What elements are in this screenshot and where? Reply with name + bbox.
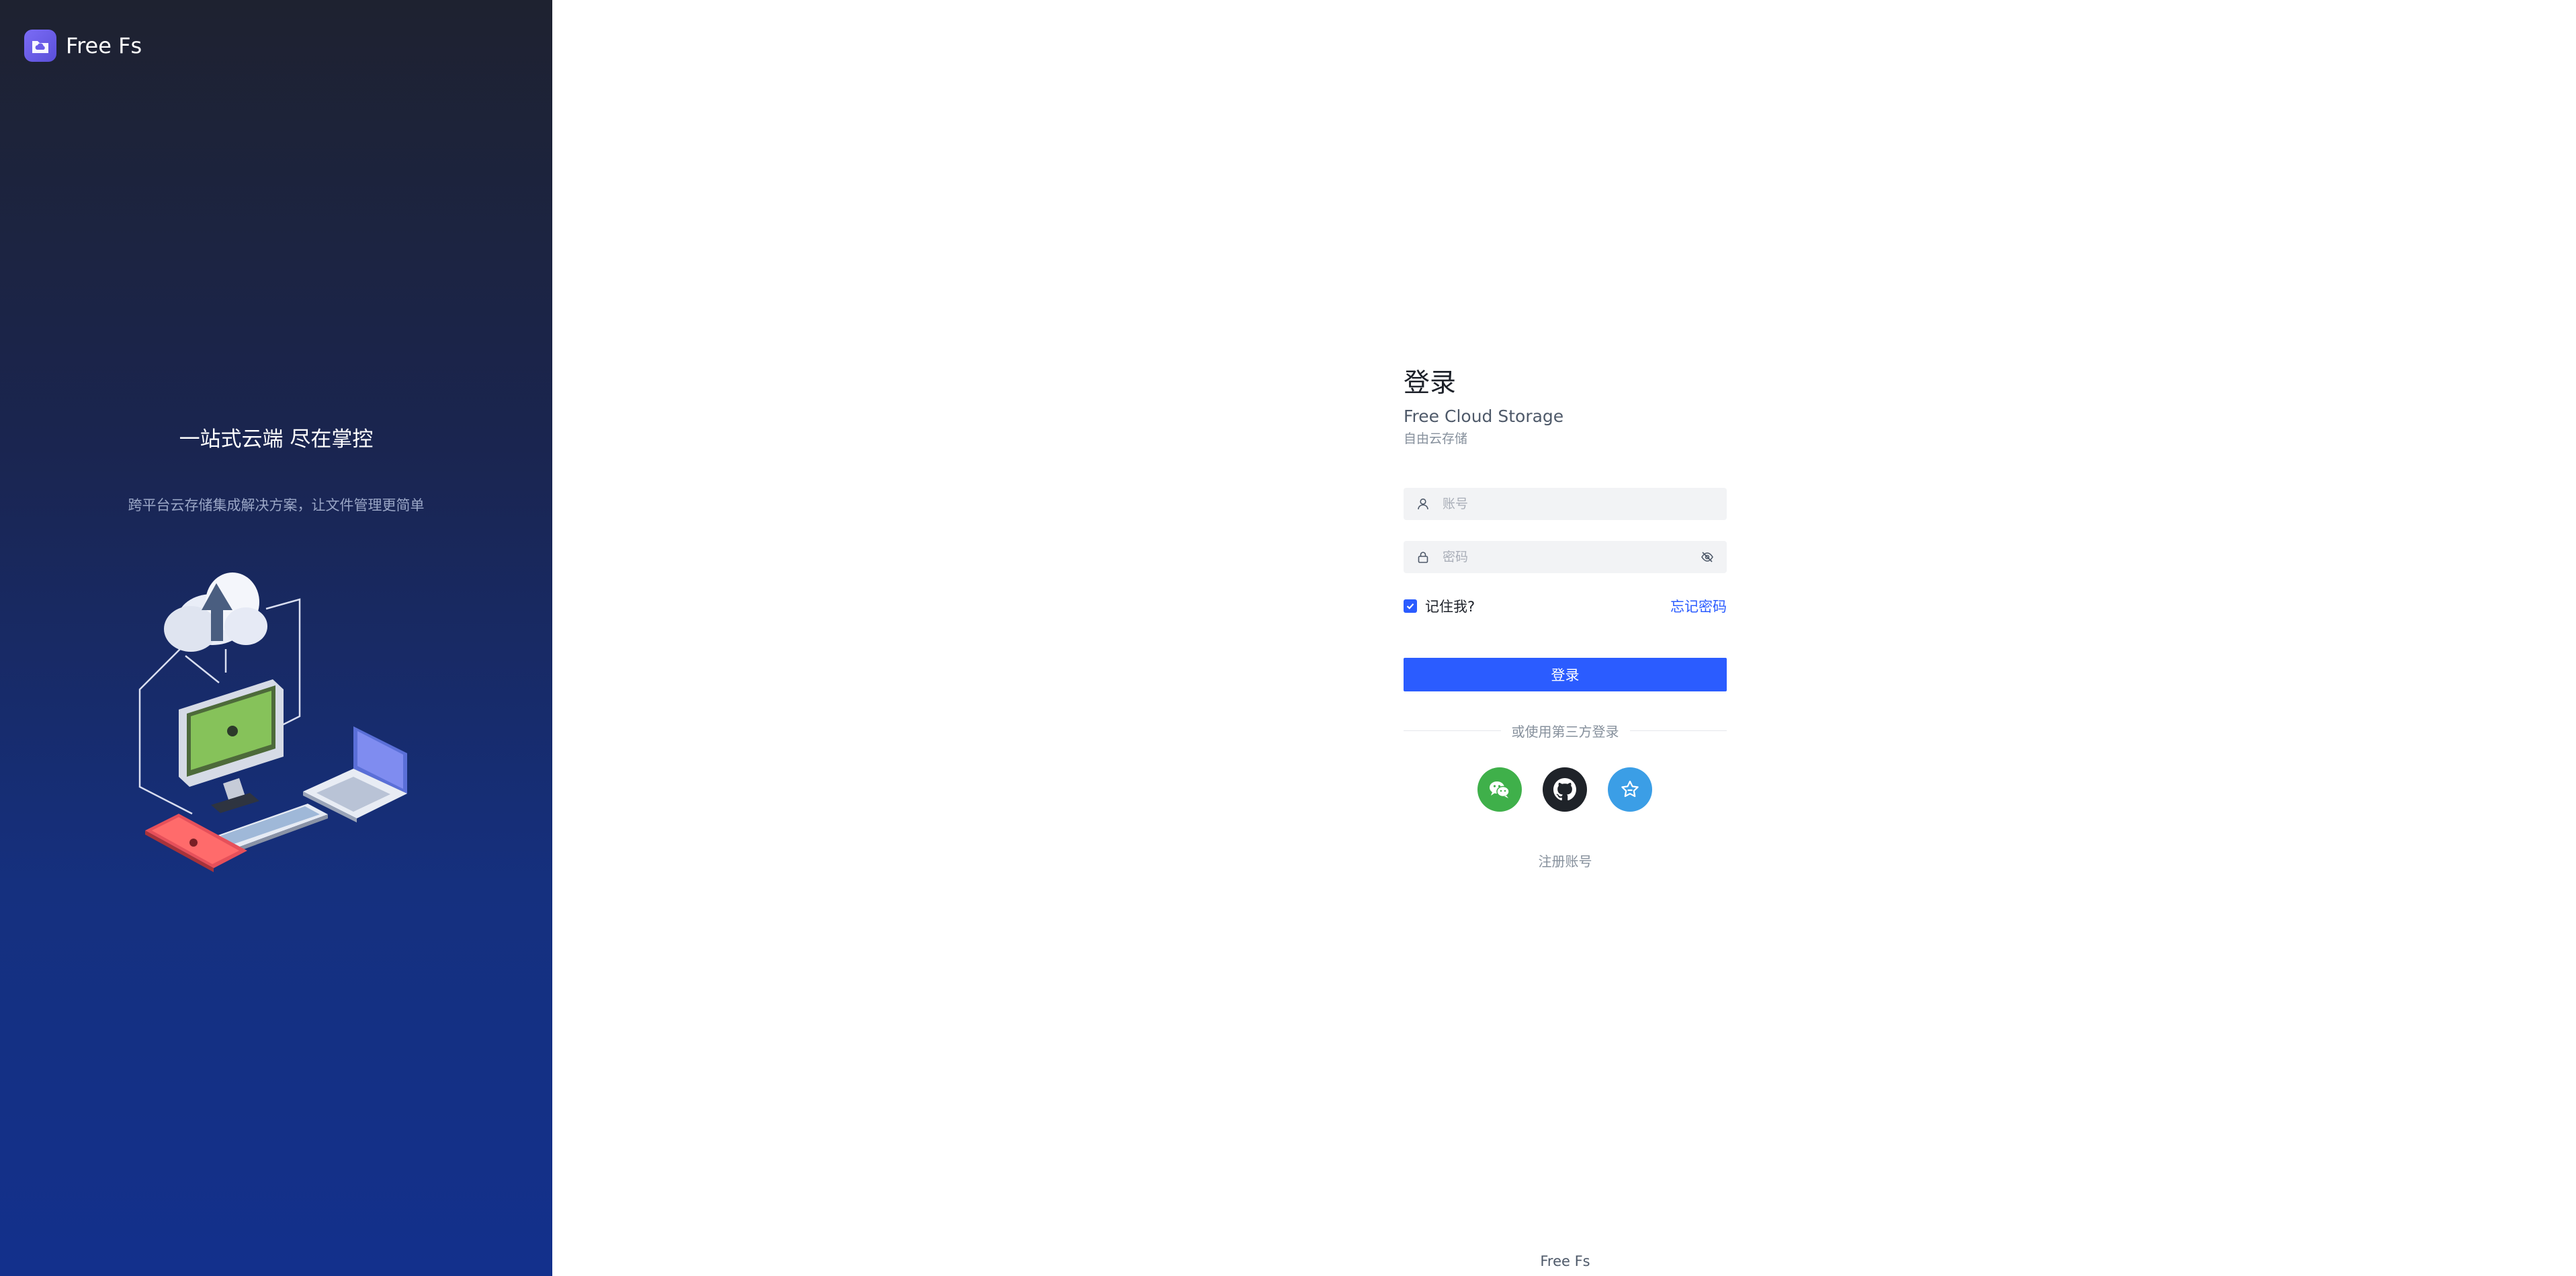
- gitee-icon: [1621, 780, 1639, 798]
- divider-line: [1629, 730, 1727, 731]
- username-field[interactable]: [1404, 488, 1727, 520]
- brand-name: Free Fs: [66, 33, 142, 58]
- gitee-login-button[interactable]: [1608, 767, 1652, 812]
- left-title: 一站式云端 尽在掌控: [179, 427, 374, 452]
- cloud-devices-illustration: [138, 572, 407, 872]
- third-party-divider: 或使用第三方登录: [1404, 720, 1727, 740]
- user-icon: [1404, 497, 1443, 511]
- left-subtitle: 跨平台云存储集成解决方案，让文件管理更简单: [128, 497, 425, 513]
- wechat-login-button[interactable]: [1477, 767, 1522, 812]
- eye-off-icon[interactable]: [1688, 550, 1727, 564]
- wechat-icon: [1490, 781, 1510, 798]
- footer-text: Free Fs: [1540, 1253, 1590, 1269]
- login-title: 登录: [1404, 368, 1457, 398]
- brand[interactable]: Free Fs: [24, 30, 142, 62]
- github-icon: [1553, 778, 1576, 801]
- forgot-password-link[interactable]: 忘记密码: [1670, 596, 1727, 616]
- divider-text: 或使用第三方登录: [1511, 723, 1619, 740]
- remember-label: 记住我?: [1425, 599, 1475, 615]
- remember-checkbox[interactable]: [1404, 599, 1417, 613]
- cloud-folder-icon: [24, 30, 56, 62]
- lock-icon: [1404, 550, 1443, 564]
- password-input[interactable]: [1443, 541, 1688, 573]
- github-login-button[interactable]: [1543, 767, 1587, 812]
- register-link[interactable]: 注册账号: [1404, 851, 1727, 870]
- social-login-buttons: [1477, 767, 1652, 812]
- remember-row: 记住我? 忘记密码: [1404, 595, 1727, 618]
- divider-line: [1404, 730, 1501, 731]
- remember-me[interactable]: 记住我?: [1404, 596, 1475, 616]
- login-subtitle-cn: 自由云存储: [1404, 431, 1468, 446]
- login-header: 登录 Free Cloud Storage 自由云存储: [1404, 366, 1727, 447]
- password-field[interactable]: [1404, 541, 1727, 573]
- login-subtitle-en: Free Cloud Storage: [1404, 407, 1564, 426]
- login-button[interactable]: 登录: [1404, 658, 1727, 691]
- left-brand-panel: Free Fs 一站式云端 尽在掌控 跨平台云存储集成解决方案，让文件管理更简单: [0, 0, 552, 1276]
- username-input[interactable]: [1443, 488, 1727, 520]
